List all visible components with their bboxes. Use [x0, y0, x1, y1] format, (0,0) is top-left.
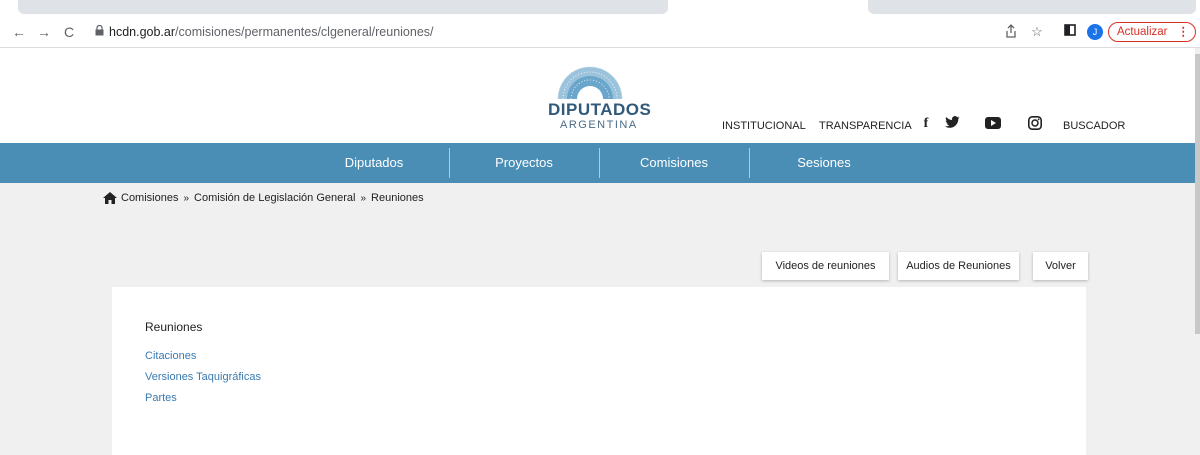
diputados-logo-icon[interactable] — [555, 55, 625, 100]
link-partes[interactable]: Partes — [145, 392, 177, 404]
twitter-icon[interactable] — [944, 116, 960, 132]
update-button[interactable]: Actualizar ⋮ — [1108, 22, 1196, 42]
nav-link-institucional[interactable]: INSTITUCIONAL — [722, 120, 806, 132]
instagram-icon[interactable] — [1027, 116, 1043, 132]
lock-icon — [95, 24, 105, 37]
logo-title: DIPUTADOS — [548, 100, 652, 119]
breadcrumb-item-comision[interactable]: Comisión de Legislación General — [194, 192, 355, 204]
section-title: Reuniones — [145, 320, 203, 334]
profile-avatar[interactable]: J — [1087, 24, 1103, 40]
share-icon[interactable] — [1003, 24, 1019, 40]
facebook-icon[interactable]: f — [918, 116, 934, 132]
back-button[interactable]: Volver — [1033, 252, 1088, 280]
breadcrumb-separator: » — [183, 192, 190, 204]
breadcrumb-item-comisiones[interactable]: Comisiones — [121, 192, 178, 204]
link-citaciones[interactable]: Citaciones — [145, 350, 196, 362]
content-card: Reuniones Citaciones Versiones Taquigráf… — [112, 287, 1086, 455]
page-scrollbar[interactable] — [1195, 48, 1200, 455]
browser-tab[interactable] — [18, 0, 668, 14]
forward-arrow-icon[interactable]: → — [35, 23, 53, 41]
videos-button[interactable]: Videos de reuniones — [762, 252, 889, 280]
logo-subtitle: ARGENTINA — [560, 119, 638, 131]
menu-dots-icon: ⋮ — [1177, 26, 1190, 38]
nav-link-buscador[interactable]: BUSCADOR — [1063, 120, 1125, 132]
breadcrumb-item-reuniones: Reuniones — [371, 192, 424, 204]
nav-item-comisiones[interactable]: Comisiones — [600, 143, 748, 183]
main-nav: Diputados Proyectos Comisiones Sesiones — [0, 143, 1195, 183]
url-text: hcdn.gob.ar/comisiones/permanentes/clgen… — [109, 25, 434, 39]
link-versiones-taquigraficas[interactable]: Versiones Taquigráficas — [145, 371, 261, 383]
youtube-icon[interactable] — [985, 116, 1001, 132]
home-icon[interactable] — [103, 192, 117, 204]
address-bar[interactable]: hcdn.gob.ar/comisiones/permanentes/clgen… — [95, 21, 1135, 43]
back-arrow-icon[interactable]: ← — [10, 23, 28, 41]
bookmark-star-icon[interactable]: ☆ — [1029, 24, 1045, 40]
nav-link-transparencia[interactable]: TRANSPARENCIA — [819, 120, 912, 132]
update-label: Actualizar — [1117, 26, 1168, 38]
nav-item-sesiones[interactable]: Sesiones — [750, 143, 898, 183]
reload-icon[interactable]: C — [60, 23, 78, 41]
browser-toolbar: ← → C hcdn.gob.ar/comisiones/permanentes… — [0, 18, 1200, 48]
scrollbar-thumb[interactable] — [1195, 54, 1200, 334]
breadcrumb: Comisiones » Comisión de Legislación Gen… — [103, 192, 424, 204]
nav-item-diputados[interactable]: Diputados — [300, 143, 448, 183]
breadcrumb-separator: » — [360, 192, 367, 204]
audios-button[interactable]: Audios de Reuniones — [898, 252, 1019, 280]
nav-item-proyectos[interactable]: Proyectos — [450, 143, 598, 183]
side-panel-icon[interactable] — [1062, 24, 1078, 40]
browser-tab[interactable] — [868, 0, 1196, 14]
browser-tabstrip — [0, 0, 1200, 18]
site-header: DIPUTADOS ARGENTINA INSTITUCIONAL TRANSP… — [0, 48, 1195, 143]
